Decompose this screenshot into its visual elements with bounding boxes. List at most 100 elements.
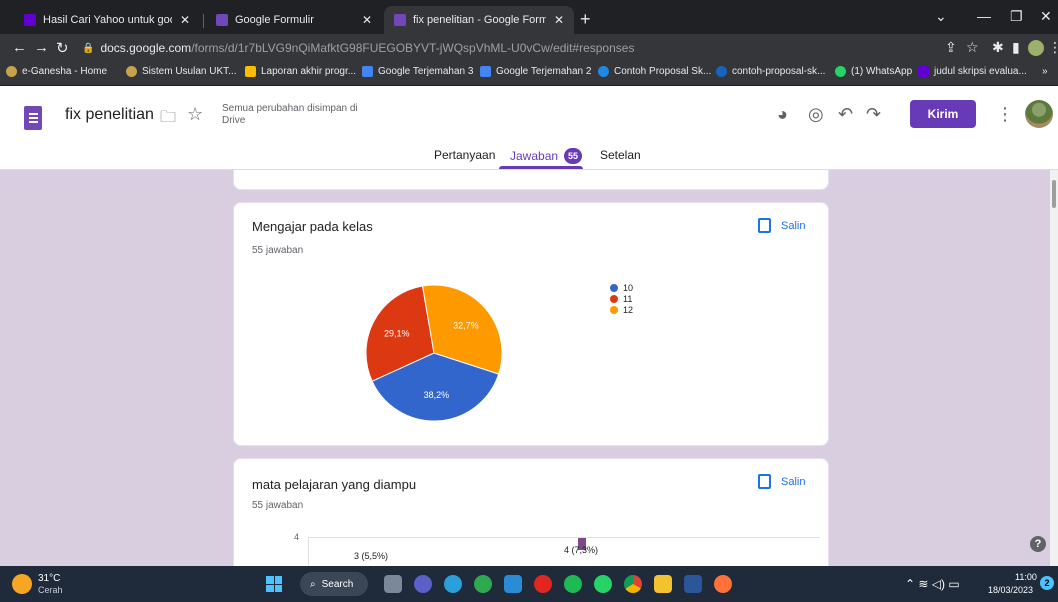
address-bar[interactable]: 🔒 docs.google.com/forms/d/1r7bLVG9nQiMaf… (82, 37, 1058, 59)
legend-label: 12 (623, 305, 634, 315)
telegram-icon[interactable] (444, 575, 462, 593)
browser-toolbar: ← → ↻ 🔒 docs.google.com/forms/d/1r7bLVG9… (0, 34, 1058, 62)
clock-date[interactable]: 18/03/2023 (988, 585, 1033, 595)
new-tab-button[interactable]: + (580, 9, 591, 30)
system-tray-icons[interactable]: ⌃ ≋ ◁) ▭ (905, 577, 960, 591)
forward-icon[interactable]: → (34, 39, 49, 56)
star-icon[interactable]: ☆ (187, 104, 203, 125)
bookmark-item[interactable]: judul skripsi evalua... (918, 66, 1027, 77)
bookmark-label: judul skripsi evalua... (934, 66, 1027, 77)
chrome-icon[interactable] (624, 575, 642, 593)
undo-icon[interactable]: ↶ (838, 104, 853, 125)
restore-icon[interactable]: ❐ (1010, 8, 1023, 25)
task-view-icon[interactable] (384, 575, 402, 593)
bookmark-item[interactable]: contoh-proposal-sk... (716, 66, 825, 77)
close-window-icon[interactable]: ✕ (1040, 8, 1052, 25)
tab-setelan[interactable]: Setelan (600, 148, 641, 162)
tab-jawaban[interactable]: Jawaban 55 (510, 148, 583, 164)
pie-slice-label: 32,7% (453, 320, 479, 330)
copy-label: Salin (781, 475, 806, 488)
question-card: mata pelajaran yang diampu 55 jawaban Sa… (233, 458, 829, 566)
bookmark-item[interactable]: e-Ganesha - Home (6, 66, 107, 77)
legend-swatch (610, 306, 618, 314)
tab-label: Pertanyaan (434, 148, 496, 162)
palette-icon[interactable]: ◕ (777, 104, 788, 125)
bookmark-item[interactable]: Google Terjemahan 3 (362, 66, 473, 77)
bookmark-item[interactable]: Google Terjemahan 2 (480, 66, 591, 77)
mail-icon[interactable] (504, 575, 522, 593)
bookmarks-overflow-icon[interactable]: » (1042, 66, 1048, 77)
bookmark-label: contoh-proposal-sk... (732, 66, 826, 77)
bookmark-item[interactable]: Laporan akhir progr... (245, 66, 356, 77)
weather-condition[interactable]: Cerah (38, 585, 63, 595)
legend-item: 12 (610, 305, 633, 315)
close-icon[interactable]: ✕ (362, 13, 372, 27)
translate-icon (480, 66, 491, 77)
menu-icon[interactable]: ⋮ (1048, 39, 1058, 56)
help-icon[interactable]: ? (1030, 536, 1046, 552)
minimize-icon[interactable]: — (977, 8, 991, 24)
legend-label: 11 (623, 294, 633, 304)
opera-icon[interactable] (534, 575, 552, 593)
reload-icon[interactable]: ↻ (56, 39, 69, 57)
preview-eye-icon[interactable]: ◎ (808, 104, 824, 125)
bookmark-item[interactable]: (1) WhatsApp (835, 66, 912, 77)
form-title[interactable]: fix penelitian (65, 106, 154, 124)
copy-icon (758, 474, 771, 489)
spotify-icon[interactable] (564, 575, 582, 593)
word-icon[interactable] (684, 575, 702, 593)
tab-yahoo[interactable]: Hasil Cari Yahoo untuk google fo ✕ (14, 6, 200, 34)
edge-icon[interactable] (474, 575, 492, 593)
clock-time[interactable]: 11:00 (1015, 572, 1037, 582)
whatsapp-icon[interactable] (594, 575, 612, 593)
google-forms-icon[interactable] (24, 106, 42, 130)
avatar[interactable] (1025, 100, 1053, 128)
send-button[interactable]: Kirim (910, 100, 976, 128)
save-status: Semua perubahan disimpan di Drive (222, 103, 358, 126)
redo-icon[interactable]: ↷ (866, 104, 881, 125)
translate-icon (362, 66, 373, 77)
extensions-icon[interactable]: ✱ (992, 39, 1004, 56)
weather-sun-icon[interactable] (12, 574, 32, 594)
yahoo-icon (24, 14, 36, 26)
folder-icon[interactable]: 🗀 (160, 106, 176, 133)
close-icon[interactable]: ✕ (554, 13, 564, 27)
active-tab-indicator (499, 166, 583, 169)
question-title: Mengajar pada kelas (252, 219, 373, 234)
file-explorer-icon[interactable] (654, 575, 672, 593)
bookmark-item[interactable]: Contoh Proposal Sk... (598, 66, 711, 77)
sidepanel-icon[interactable]: ▮ (1012, 39, 1020, 56)
pie-slice-label: 38,2% (424, 390, 450, 400)
notification-badge[interactable]: 2 (1040, 576, 1054, 590)
back-icon[interactable]: ← (12, 39, 27, 56)
tab-google-forms[interactable]: Google Formulir ✕ (206, 6, 382, 34)
previous-question-card (233, 170, 829, 190)
tab-fix-penelitian[interactable]: fix penelitian - Google Formulir ✕ (384, 6, 574, 34)
scrollbar-thumb[interactable] (1052, 180, 1056, 208)
tab-label: Setelan (600, 148, 641, 162)
profile-avatar[interactable] (1028, 40, 1044, 56)
bar-label: 4 (7,3%) (564, 545, 599, 555)
copy-chart-button[interactable]: Salin (758, 474, 805, 489)
weather-temp[interactable]: 31°C (38, 573, 60, 584)
tab-pertanyaan[interactable]: Pertanyaan (434, 148, 495, 162)
bookmark-item[interactable]: Sistem Usulan UKT... (126, 66, 236, 77)
copy-chart-button[interactable]: Salin (758, 218, 805, 233)
forms-icon (394, 14, 406, 26)
scrollbar[interactable] (1050, 170, 1058, 566)
taskbar-search[interactable]: ⌕ Search (300, 572, 368, 596)
question-title: mata pelajaran yang diampu (252, 477, 417, 492)
bookmark-star-icon[interactable]: ☆ (966, 39, 979, 56)
tab-search-icon[interactable]: ⌄ (935, 8, 947, 25)
pie-slice-label: 29,1% (384, 328, 410, 338)
firefox-icon[interactable] (714, 575, 732, 593)
copy-icon (758, 218, 771, 233)
close-icon[interactable]: ✕ (180, 13, 190, 27)
pencil-icon (598, 66, 609, 77)
more-options-icon[interactable]: ⋮ (996, 104, 1014, 125)
share-icon[interactable]: ⇪ (945, 39, 957, 56)
bookmark-label: Sistem Usulan UKT... (142, 66, 237, 77)
windows-start-icon[interactable] (266, 576, 282, 592)
meet-icon[interactable] (414, 575, 432, 593)
tab-label: fix penelitian - Google Formulir (413, 14, 546, 26)
